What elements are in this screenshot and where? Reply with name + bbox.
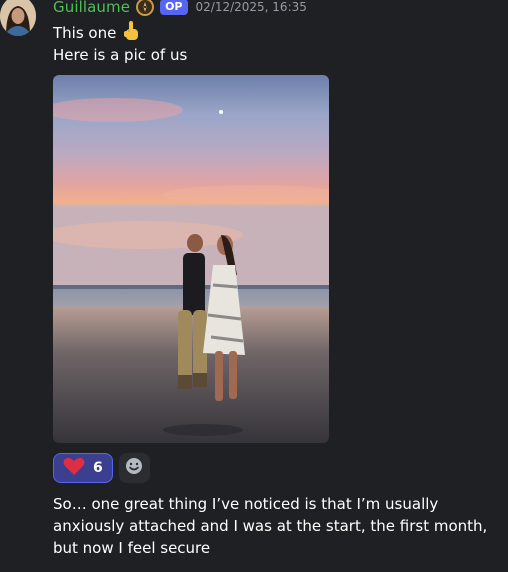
avatar[interactable] — [0, 0, 36, 36]
compass-icon[interactable] — [136, 0, 155, 16]
pointing-up-hand-icon — [122, 20, 142, 46]
heart-icon — [63, 457, 85, 480]
attached-photo[interactable] — [53, 75, 329, 443]
message-text-1: This one — [53, 24, 117, 42]
message-header: Guillaume OP 02/12/2025, 16:35 — [53, 0, 307, 17]
message-line-2: Here is a pic of us — [53, 46, 188, 64]
username[interactable]: Guillaume — [53, 0, 130, 16]
message-line-1: This one — [53, 20, 142, 46]
reaction-count: 6 — [93, 460, 103, 476]
timestamp: 02/12/2025, 16:35 — [195, 0, 307, 14]
op-badge: OP — [160, 0, 188, 15]
message-body: So… one great thing I’ve noticed is that… — [53, 495, 488, 557]
message-container: Guillaume OP 02/12/2025, 16:35 This one … — [0, 0, 508, 572]
reactions-bar: 6 — [53, 453, 150, 483]
reaction-heart[interactable]: 6 — [53, 453, 113, 483]
smiley-add-reaction-icon — [124, 456, 144, 480]
add-reaction-button[interactable] — [118, 453, 150, 483]
